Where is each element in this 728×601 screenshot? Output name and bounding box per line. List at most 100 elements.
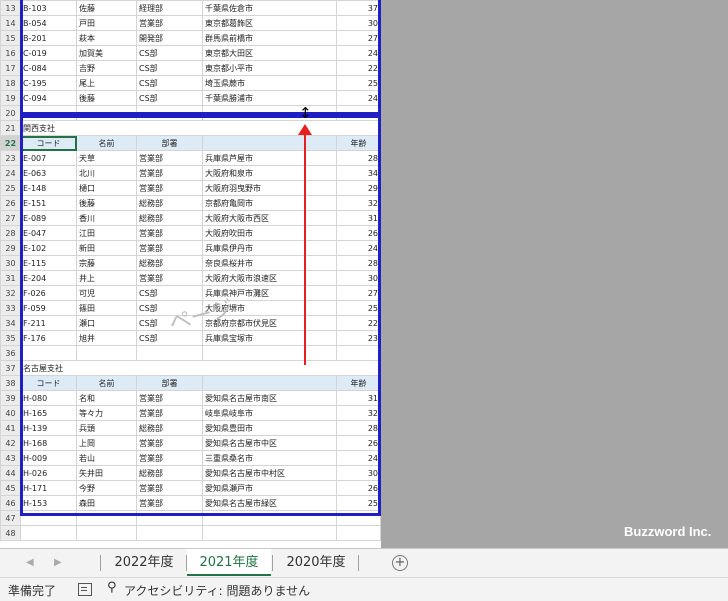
cell-addr[interactable]: 三重県桑名市: [202, 450, 337, 466]
cell-code[interactable]: [20, 525, 77, 541]
cell-name[interactable]: 今野: [76, 480, 137, 496]
cell-age[interactable]: [336, 105, 381, 121]
cell-code[interactable]: [20, 510, 77, 526]
cell-name[interactable]: 矢井田: [76, 465, 137, 481]
row-header[interactable]: 19: [0, 90, 21, 106]
cell-age[interactable]: 24: [336, 450, 381, 466]
table-row[interactable]: 17 C-084 吉野 CS部 東京都小平市 22: [0, 60, 381, 76]
cell-dept[interactable]: 営業部: [136, 270, 203, 286]
row-header[interactable]: 13: [0, 0, 21, 16]
tab-scroll-left-icon[interactable]: ◀: [26, 557, 34, 568]
table-row[interactable]: 45 H-171 今野 営業部 愛知県瀬戸市 26: [0, 480, 381, 496]
cell-dept[interactable]: 営業部: [136, 480, 203, 496]
cell-name[interactable]: 加賀美: [76, 45, 137, 61]
cell-addr[interactable]: 奈良県桜井市: [202, 255, 337, 271]
row-header[interactable]: 27: [0, 210, 21, 226]
cell-age[interactable]: 27: [336, 285, 381, 301]
row-header[interactable]: 28: [0, 225, 21, 241]
cell-addr[interactable]: 兵庫県芦屋市: [202, 150, 337, 166]
cell-name[interactable]: 後藤: [76, 90, 137, 106]
cell-name[interactable]: [76, 345, 137, 361]
cell-dept[interactable]: CS部: [136, 285, 203, 301]
row-header[interactable]: 25: [0, 180, 21, 196]
cell-dept[interactable]: 営業部: [136, 15, 203, 31]
table-row[interactable]: 14 B-054 戸田 営業部 東京都葛飾区 30: [0, 15, 381, 31]
cell-name[interactable]: 兵頭: [76, 420, 137, 436]
cell-addr[interactable]: 群馬県前橋市: [202, 30, 337, 46]
tab-2021[interactable]: 2021年度: [187, 549, 271, 576]
cell-age[interactable]: 30: [336, 465, 381, 481]
table-row[interactable]: 15 B-201 萩本 開発部 群馬県前橋市 27: [0, 30, 381, 46]
cell-dept[interactable]: 営業部: [136, 495, 203, 511]
cell-dept[interactable]: 総務部: [136, 255, 203, 271]
cell-age[interactable]: [336, 345, 381, 361]
cell-name[interactable]: [76, 510, 137, 526]
cell-addr[interactable]: [202, 345, 337, 361]
cell-addr[interactable]: 大阪府吹田市: [202, 225, 337, 241]
cell-name[interactable]: 旭井: [76, 330, 137, 346]
cell-addr[interactable]: 大阪府大阪市浪速区: [202, 270, 337, 286]
cell-name[interactable]: 香川: [76, 210, 137, 226]
cell-code[interactable]: コード: [20, 135, 77, 151]
accessibility-status-text[interactable]: アクセシビリティ: 問題ありません: [124, 582, 310, 599]
cell-addr[interactable]: 大阪府大阪市西区: [202, 210, 337, 226]
table-row[interactable]: 40 H-165 等々力 営業部 岐阜県岐阜市 32: [0, 405, 381, 421]
row-header[interactable]: 38: [0, 375, 21, 391]
cell-dept[interactable]: 営業部: [136, 390, 203, 406]
table-row[interactable]: 26 E-151 後藤 総務部 京都府亀岡市 32: [0, 195, 381, 211]
row-header[interactable]: 35: [0, 330, 21, 346]
cell-dept[interactable]: 総務部: [136, 210, 203, 226]
row-header[interactable]: 42: [0, 435, 21, 451]
cell-addr[interactable]: 岐阜県岐阜市: [202, 405, 337, 421]
cell-age[interactable]: 24: [336, 90, 381, 106]
cell-age[interactable]: [336, 525, 381, 541]
cell-age[interactable]: 28: [336, 420, 381, 436]
table-row[interactable]: 24 E-063 北川 営業部 大阪府和泉市 34: [0, 165, 381, 181]
cell-code[interactable]: E-148: [20, 180, 77, 196]
row-header[interactable]: 14: [0, 15, 21, 31]
cell-age[interactable]: 22: [336, 60, 381, 76]
cell-name[interactable]: [76, 105, 137, 121]
table-row[interactable]: 44 H-026 矢井田 総務部 愛知県名古屋市中村区 30: [0, 465, 381, 481]
cell-addr[interactable]: 愛知県名古屋市中村区: [202, 465, 337, 481]
cell-code[interactable]: E-115: [20, 255, 77, 271]
cell-age[interactable]: 25: [336, 495, 381, 511]
cell-dept[interactable]: 経理部: [136, 0, 203, 16]
cell-code[interactable]: H-153: [20, 495, 77, 511]
row-header[interactable]: 22: [0, 135, 21, 151]
add-sheet-plus-icon[interactable]: +: [392, 555, 408, 571]
row-header[interactable]: 39: [0, 390, 21, 406]
tab-scroll-right-icon[interactable]: ▶: [54, 557, 62, 568]
cell-dept[interactable]: [136, 510, 203, 526]
row-header[interactable]: 37: [0, 360, 21, 376]
cell-name[interactable]: 可児: [76, 285, 137, 301]
cell-dept[interactable]: 部署: [136, 135, 203, 151]
cell-code[interactable]: H-171: [20, 480, 77, 496]
row-header[interactable]: 15: [0, 30, 21, 46]
cell-age[interactable]: 30: [336, 270, 381, 286]
cell-name[interactable]: [76, 525, 137, 541]
cell-addr[interactable]: [202, 375, 337, 391]
cell-code[interactable]: F-176: [20, 330, 77, 346]
cell-name[interactable]: 萩本: [76, 30, 137, 46]
cell-code[interactable]: H-026: [20, 465, 77, 481]
cell-dept[interactable]: 総務部: [136, 465, 203, 481]
cell-name[interactable]: 天草: [76, 150, 137, 166]
cell-dept[interactable]: 営業部: [136, 405, 203, 421]
cell-age[interactable]: 23: [336, 330, 381, 346]
cell-code[interactable]: H-165: [20, 405, 77, 421]
table-row[interactable]: 25 E-148 樋口 営業部 大阪府羽曳野市 29: [0, 180, 381, 196]
section-title-row[interactable]: 37 名古屋支社: [0, 360, 381, 376]
cell-name[interactable]: 上岡: [76, 435, 137, 451]
cell-addr[interactable]: 愛知県名古屋市緑区: [202, 495, 337, 511]
cell-addr[interactable]: 愛知県瀬戸市: [202, 480, 337, 496]
cell-addr[interactable]: [202, 135, 337, 151]
table-row[interactable]: 20: [0, 105, 381, 121]
cell-dept[interactable]: [136, 525, 203, 541]
cell-name[interactable]: 北川: [76, 165, 137, 181]
cell-code[interactable]: C-084: [20, 60, 77, 76]
cell-code[interactable]: E-047: [20, 225, 77, 241]
tab-2020[interactable]: 2020年度: [274, 549, 358, 576]
cell-dept[interactable]: 営業部: [136, 240, 203, 256]
row-header[interactable]: 41: [0, 420, 21, 436]
